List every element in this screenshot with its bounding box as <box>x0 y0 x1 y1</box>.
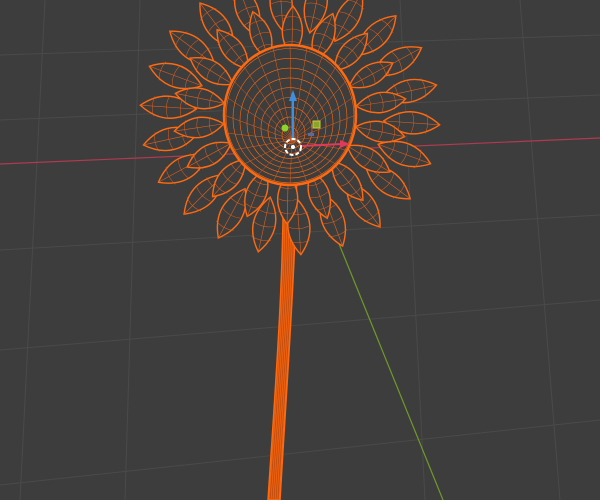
y-axis-handle[interactable] <box>281 124 289 132</box>
grid-line <box>0 299 600 351</box>
viewport-canvas[interactable] <box>0 0 600 500</box>
plane-handle-xz[interactable] <box>308 133 314 136</box>
grid-line <box>519 0 561 500</box>
pivot-point <box>291 145 295 149</box>
3d-viewport[interactable] <box>0 0 600 500</box>
grid-line <box>0 419 600 486</box>
sunflower-disk[interactable] <box>222 43 358 187</box>
plane-handle[interactable] <box>312 120 321 129</box>
grid-line <box>19 0 46 500</box>
grid-line <box>124 0 141 500</box>
